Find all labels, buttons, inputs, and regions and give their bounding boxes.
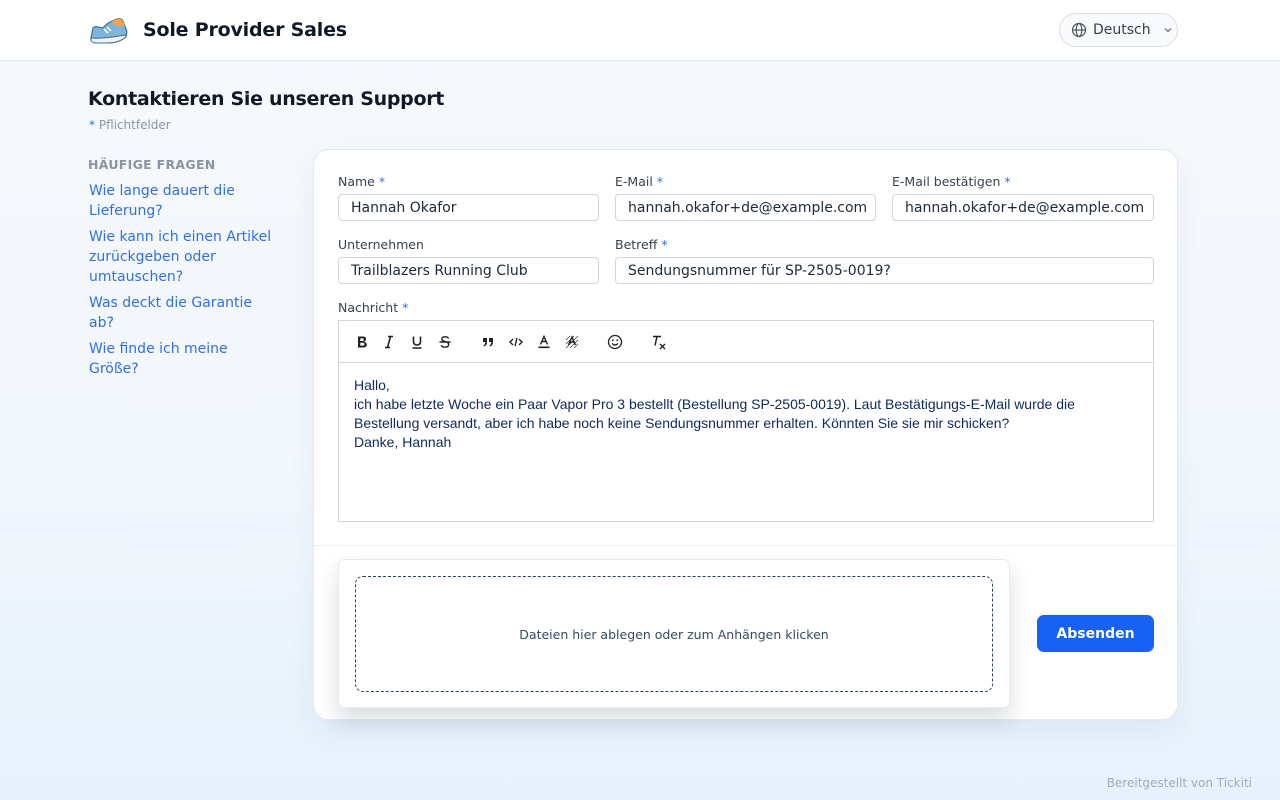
- globe-icon: [1071, 22, 1087, 38]
- contact-form-card: Name * Hannah Okafor E-Mail * hannah.oka…: [313, 149, 1178, 720]
- highlight-icon[interactable]: [561, 331, 583, 353]
- page-title: Kontaktieren Sie unseren Support: [88, 88, 445, 110]
- quote-icon[interactable]: [477, 331, 499, 353]
- required-note-text: Pflichtfelder: [98, 118, 171, 132]
- language-label: Deutsch: [1093, 22, 1151, 38]
- bold-icon[interactable]: [351, 331, 373, 353]
- message-line-signoff: Danke, Hannah: [354, 434, 452, 450]
- brand-name: Sole Provider Sales: [143, 19, 347, 41]
- company-label: Unternehmen: [338, 237, 424, 252]
- text-color-icon[interactable]: [533, 331, 555, 353]
- file-dropzone[interactable]: Dateien hier ablegen oder zum Anhängen k…: [355, 576, 993, 692]
- name-field[interactable]: Hannah Okafor: [338, 194, 599, 221]
- attachment-panel: Dateien hier ablegen oder zum Anhängen k…: [338, 559, 1010, 708]
- language-selector[interactable]: Deutsch: [1059, 13, 1178, 47]
- email-label: E-Mail *: [615, 174, 664, 189]
- email-confirm-label: E-Mail bestätigen *: [892, 174, 1011, 189]
- message-label: Nachricht *: [338, 300, 409, 315]
- emoji-icon[interactable]: [604, 331, 626, 353]
- faq-link-size[interactable]: Wie finde ich meine Größe?: [89, 339, 279, 379]
- faq-link-warranty[interactable]: Was deckt die Garantie ab?: [89, 293, 279, 333]
- subject-field[interactable]: Sendungsnummer für SP-2505-0019?: [615, 257, 1154, 284]
- name-label: Name *: [338, 174, 386, 189]
- faq-link-returns[interactable]: Wie kann ich einen Artikel zurückgeben o…: [89, 227, 279, 287]
- message-body[interactable]: Hallo, ich habe letzte Woche ein Paar Va…: [339, 363, 1153, 465]
- required-fields-note: * Pflichtfelder: [89, 118, 171, 132]
- underline-icon[interactable]: [406, 331, 428, 353]
- top-header: Sole Provider Sales Deutsch: [0, 0, 1280, 61]
- sneaker-logo-icon[interactable]: [88, 15, 130, 47]
- editor-toolbar: [339, 321, 1153, 363]
- email-confirm-field[interactable]: hannah.okafor+de@example.com: [892, 194, 1154, 221]
- form-divider: [314, 545, 1177, 546]
- company-field[interactable]: Trailblazers Running Club: [338, 257, 599, 284]
- message-line-greeting: Hallo,: [354, 377, 390, 393]
- chevron-down-icon: [1164, 28, 1172, 33]
- strikethrough-icon[interactable]: [434, 331, 456, 353]
- code-icon[interactable]: [505, 331, 527, 353]
- required-marker: *: [89, 118, 95, 132]
- email-field[interactable]: hannah.okafor+de@example.com: [615, 194, 876, 221]
- faq-link-delivery[interactable]: Wie lange dauert die Lieferung?: [89, 181, 279, 221]
- subject-label: Betreff *: [615, 237, 668, 252]
- italic-icon[interactable]: [378, 331, 400, 353]
- faq-heading: HÄUFIGE FRAGEN: [88, 157, 216, 172]
- message-editor: Hallo, ich habe letzte Woche ein Paar Va…: [338, 320, 1154, 522]
- clear-format-icon[interactable]: [648, 331, 670, 353]
- submit-button[interactable]: Absenden: [1037, 615, 1154, 652]
- faq-list: Wie lange dauert die Lieferung? Wie kann…: [89, 181, 279, 385]
- message-line-body: ich habe letzte Woche ein Paar Vapor Pro…: [354, 396, 1075, 431]
- powered-by-footer[interactable]: Bereitgestellt von Tickiti: [1107, 776, 1252, 790]
